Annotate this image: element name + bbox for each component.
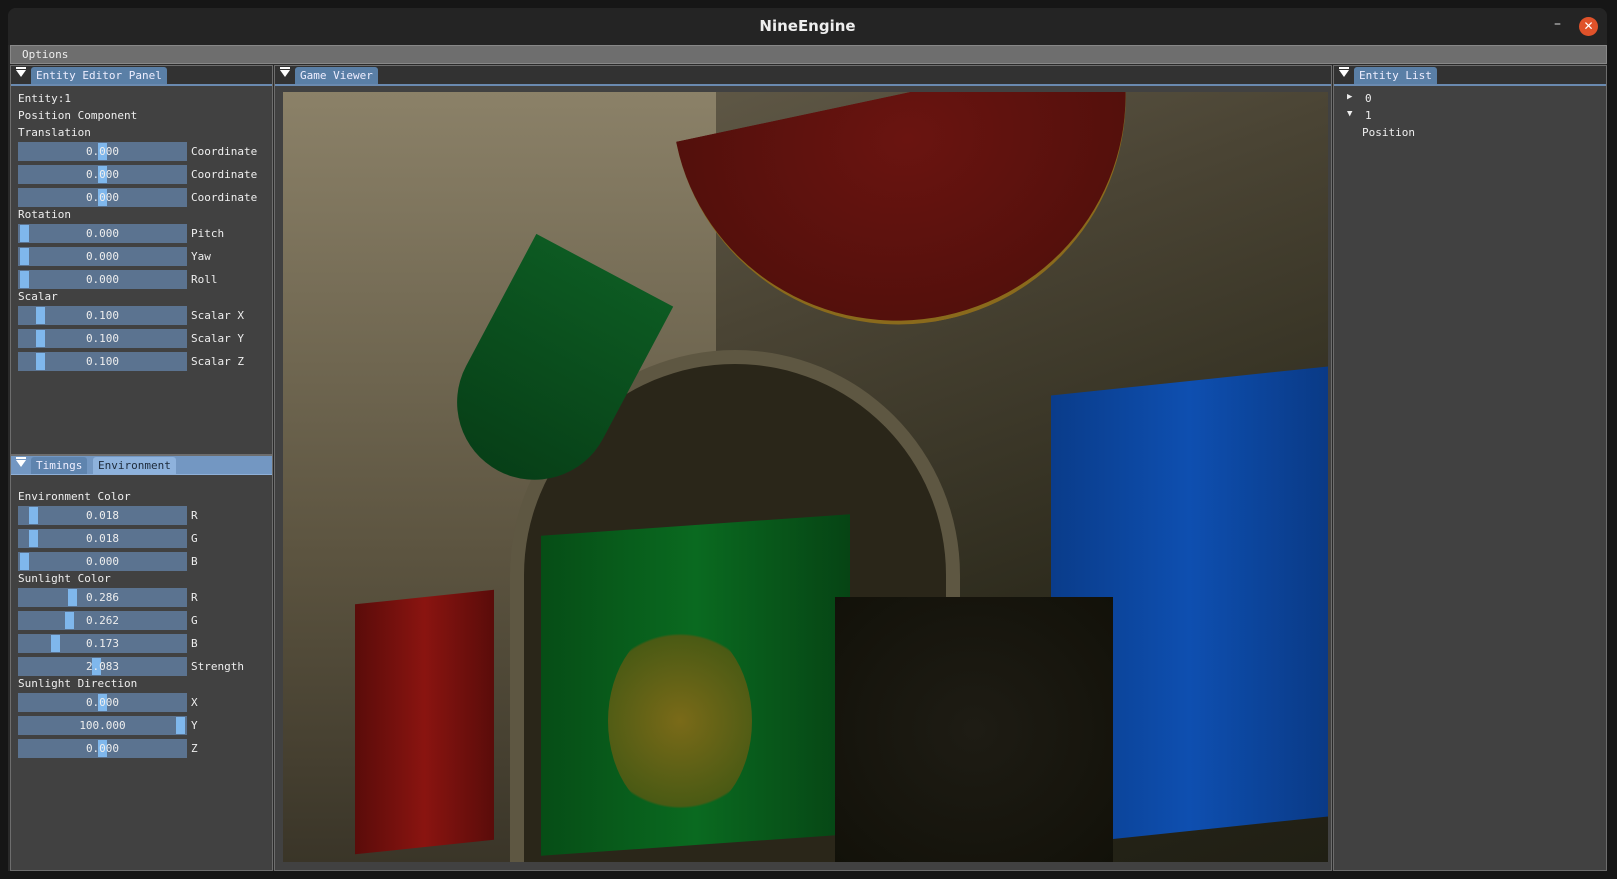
app-window: NineEngine – ✕ Options Entity Editor Pan… xyxy=(8,8,1607,871)
slider-value: 0.000 xyxy=(85,696,120,709)
slider-value: 0.000 xyxy=(85,145,120,158)
section-label: Environment Color xyxy=(18,490,131,503)
slider-label: Scalar Y xyxy=(191,332,244,345)
red-banner-top xyxy=(676,92,1168,367)
section-label: Scalar xyxy=(18,290,58,303)
slider-value: 0.018 xyxy=(85,509,120,522)
slider[interactable]: 2.083 xyxy=(18,657,187,676)
section-label: Translation xyxy=(18,126,91,139)
slider-value: 0.100 xyxy=(85,309,120,322)
curtain-emblem xyxy=(608,623,752,819)
slider-label: R xyxy=(191,591,198,604)
environment-panel: Timings Environment Environment Color 0.0… xyxy=(10,455,273,871)
section-label: Rotation xyxy=(18,208,71,221)
slider-value: 0.000 xyxy=(85,250,120,263)
slider-label: Strength xyxy=(191,660,244,673)
slider[interactable]: 0.173 xyxy=(18,634,187,653)
slider-label: X xyxy=(191,696,198,709)
expand-arrow-icon[interactable]: ▶ xyxy=(1347,92,1352,102)
slider-value: 0.000 xyxy=(85,191,120,204)
tab-timings[interactable]: Timings xyxy=(31,457,88,474)
slider-value: 0.173 xyxy=(85,637,120,650)
slider[interactable]: 0.100 xyxy=(18,352,187,371)
slider-label: Coordinate xyxy=(191,191,258,204)
tab-game-viewer[interactable]: Game Viewer xyxy=(295,67,378,84)
tab-environment[interactable]: Environment xyxy=(93,457,176,474)
slider[interactable]: 0.000 xyxy=(18,739,187,758)
entity-list-child[interactable]: Position xyxy=(1362,126,1415,139)
game-viewer-panel: Game Viewer xyxy=(274,65,1332,871)
slider-label: Scalar Z xyxy=(191,355,244,368)
slider-label: Roll xyxy=(191,273,218,286)
section-label: Sunlight Color xyxy=(18,572,111,585)
collapse-icon[interactable] xyxy=(16,457,26,467)
slider[interactable]: 0.000 xyxy=(18,552,187,571)
game-viewport[interactable] xyxy=(283,92,1328,862)
slider[interactable]: 0.000 xyxy=(18,270,187,289)
panel-header: Entity List xyxy=(1334,66,1606,86)
close-button[interactable]: ✕ xyxy=(1579,17,1598,36)
slider-label: G xyxy=(191,614,198,627)
slider-label: Yaw xyxy=(191,250,211,263)
minimize-button[interactable]: – xyxy=(1554,16,1561,32)
slider-value: 0.000 xyxy=(85,168,120,181)
slider[interactable]: 0.018 xyxy=(18,506,187,525)
tab-entity-editor[interactable]: Entity Editor Panel xyxy=(31,67,167,84)
panel-header: Entity Editor Panel xyxy=(11,66,272,86)
slider-label: G xyxy=(191,532,198,545)
slider[interactable]: 0.100 xyxy=(18,306,187,325)
slider[interactable]: 0.000 xyxy=(18,224,187,243)
panel-header: Game Viewer xyxy=(275,66,1331,86)
slider-label: Scalar X xyxy=(191,309,244,322)
slider[interactable]: 0.000 xyxy=(18,247,187,266)
menu-bar: Options xyxy=(10,45,1607,64)
slider-label: Y xyxy=(191,719,198,732)
slider[interactable]: 0.100 xyxy=(18,329,187,348)
collapse-icon[interactable] xyxy=(1339,67,1349,77)
collapse-arrow-icon[interactable]: ▼ xyxy=(1347,109,1352,119)
slider[interactable]: 0.000 xyxy=(18,142,187,161)
menu-options[interactable]: Options xyxy=(22,48,68,61)
slider-label: Pitch xyxy=(191,227,225,240)
slider-value: 0.000 xyxy=(85,555,120,568)
slider-value: 0.100 xyxy=(85,355,120,368)
slider-label: Coordinate xyxy=(191,168,258,181)
slider-label: B xyxy=(191,555,198,568)
panel-header: Timings Environment xyxy=(11,456,272,475)
plant-pillar xyxy=(835,597,1113,862)
slider[interactable]: 0.286 xyxy=(18,588,187,607)
slider-value: 0.018 xyxy=(85,532,120,545)
slider-label: Coordinate xyxy=(191,145,258,158)
section-label: Sunlight Direction xyxy=(18,677,138,690)
collapse-icon[interactable] xyxy=(16,67,26,77)
slider-value: 0.000 xyxy=(85,227,120,240)
collapse-icon[interactable] xyxy=(280,67,290,77)
slider-value: 100.000 xyxy=(79,719,126,732)
slider-value: 0.286 xyxy=(85,591,120,604)
red-curtain xyxy=(355,589,494,855)
slider[interactable]: 0.000 xyxy=(18,165,187,184)
entity-list-panel: Entity List ▶ 0 ▼ 1 Position xyxy=(1333,65,1607,871)
entity-list-item[interactable]: 1 xyxy=(1365,109,1372,122)
slider[interactable]: 100.000 xyxy=(18,716,187,735)
slider-value: 2.083 xyxy=(85,660,120,673)
entity-list-item[interactable]: 0 xyxy=(1365,92,1372,105)
title-bar: NineEngine – ✕ xyxy=(8,8,1607,45)
slider-value: 0.000 xyxy=(85,742,120,755)
slider-label: R xyxy=(191,509,198,522)
slider[interactable]: 0.018 xyxy=(18,529,187,548)
slider-value: 0.100 xyxy=(85,332,120,345)
slider-label: B xyxy=(191,637,198,650)
slider[interactable]: 0.262 xyxy=(18,611,187,630)
slider[interactable]: 0.000 xyxy=(18,188,187,207)
tab-entity-list[interactable]: Entity List xyxy=(1354,67,1437,84)
slider-value: 0.000 xyxy=(85,273,120,286)
entity-editor-panel: Entity Editor Panel Entity:1 Position Co… xyxy=(10,65,273,455)
entity-id: Entity:1 xyxy=(18,92,71,105)
slider-label: Z xyxy=(191,742,198,755)
window-title: NineEngine xyxy=(759,17,856,35)
component-name: Position Component xyxy=(18,109,138,122)
slider[interactable]: 0.000 xyxy=(18,693,187,712)
slider-value: 0.262 xyxy=(85,614,120,627)
